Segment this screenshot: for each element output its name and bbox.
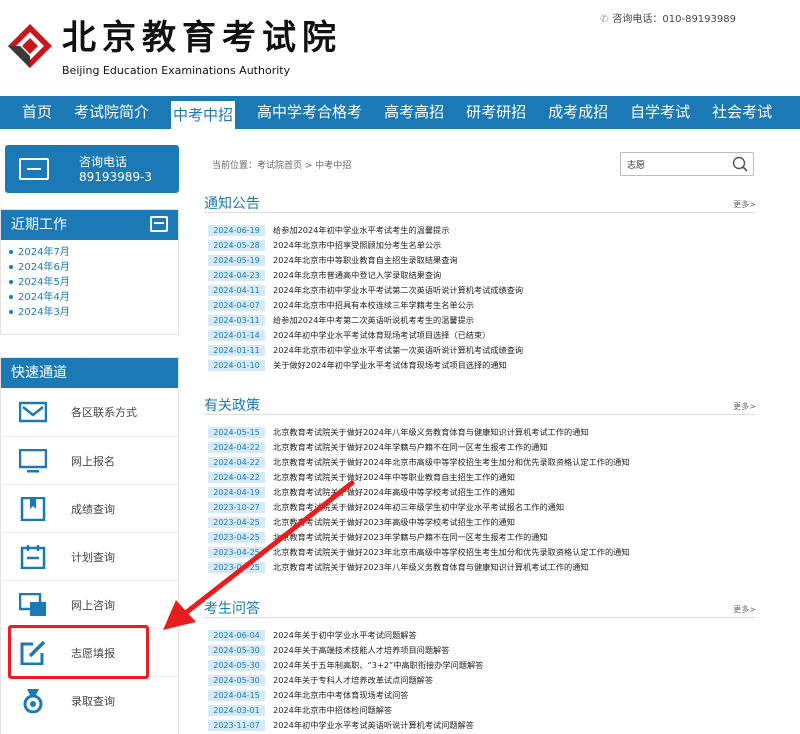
nav-item-shehui[interactable]: 社会考试 bbox=[712, 96, 772, 129]
policies-section-header: 有关政策 更多> bbox=[204, 395, 756, 415]
list-item[interactable]: 2024-04-19 北京教育考试院关于做好2024年高级中等学校考试招生工作的通… bbox=[208, 486, 758, 498]
site-header: 北京教育考试院 Beijing Education Examinations A… bbox=[0, 0, 800, 96]
list-item[interactable]: 2024-05-30 2024年关于高端技术技能人才培养项目问题解答 bbox=[208, 644, 758, 656]
quick-item-label: 各区联系方式 bbox=[71, 406, 137, 419]
recent-work-title: 近期工作 bbox=[11, 217, 67, 233]
list-item[interactable]: 2024-03-11 给参加2024年中考第二次英语听说机考考生的温馨提示 bbox=[208, 314, 758, 326]
top-hotline: ✆ 咨询电话：010-89193989 bbox=[600, 10, 736, 25]
quick-item-label: 录取查询 bbox=[71, 695, 115, 708]
qa-section-header: 考生问答 更多> bbox=[204, 598, 756, 618]
notices-more-link[interactable]: 更多> bbox=[733, 199, 756, 210]
medal-icon bbox=[23, 689, 43, 713]
nav-item-yankao[interactable]: 研考研招 bbox=[466, 96, 526, 129]
recent-work-list: 2024年7月 2024年6月 2024年5月 2024年4月 2024年3月 bbox=[1, 240, 178, 320]
quick-channel-header: 快速通道 bbox=[1, 358, 178, 388]
logo-icon[interactable] bbox=[6, 22, 54, 70]
calendar-icon bbox=[20, 545, 46, 569]
notices-section-header: 通知公告 更多> bbox=[204, 193, 756, 213]
search-input[interactable] bbox=[621, 153, 721, 175]
notices-title: 通知公告 bbox=[204, 196, 260, 212]
search-icon[interactable] bbox=[732, 156, 748, 172]
hotline-label: 咨询电话 bbox=[79, 155, 128, 169]
qa-title: 考生问答 bbox=[204, 601, 260, 617]
quick-item-label: 计划查询 bbox=[71, 551, 115, 564]
list-item[interactable]: 2023-04-25 北京教育考试院关于做好2023年八年级义务教育体育与健康知识… bbox=[208, 561, 758, 573]
list-item[interactable]: 2023-11-07 2024年初中学业水平考试英语听说计算机考试问题解答 bbox=[208, 719, 758, 731]
nav-item-zixue[interactable]: 自学考试 bbox=[630, 96, 690, 129]
main-nav: 首页 考试院简介 中考中招 高中学考合格考 高考高招 研考研招 成考成招 自学考… bbox=[0, 96, 800, 129]
list-item[interactable]: 2024-04-15 2024年北京市中考体育现场考试问答 bbox=[208, 689, 758, 701]
breadcrumb: 当前位置：考试院首页 > 中考中招 bbox=[212, 161, 352, 171]
list-item[interactable]: 2024-05-30 2024年关于五年制高职、“3+2”中高职衔接办学问题解答 bbox=[208, 659, 758, 671]
list-item[interactable]: 2024-04-07 2024年北京市中招具有本校连续三年学籍考生名单公示 bbox=[208, 299, 758, 311]
nav-item-about[interactable]: 考试院简介 bbox=[74, 96, 149, 129]
list-item[interactable]: 2024-04-11 2024年北京市初中学业水平考试第二次英语听说计算机考试成绩… bbox=[208, 284, 758, 296]
logo-chinese-title[interactable]: 北京教育考试院 bbox=[62, 18, 342, 58]
chat-icon bbox=[19, 593, 46, 616]
qa-list: 2024-06-04 2024年关于初中学业水平考试问题解答 2024-05-30… bbox=[208, 629, 758, 734]
sidebar-hotline-card: 咨询电话 89193989-3 bbox=[5, 145, 179, 193]
quick-item-admission-query[interactable]: 录取查询 bbox=[1, 676, 178, 724]
policies-title: 有关政策 bbox=[204, 398, 260, 414]
list-item[interactable]: 2023-04-25 北京教育考试院关于做好2023年学籍与户籍不在同一区考生报考… bbox=[208, 531, 758, 543]
phone-card-icon bbox=[19, 158, 49, 180]
recent-item[interactable]: 2024年4月 bbox=[9, 290, 178, 305]
quick-item-label: 成绩查询 bbox=[71, 503, 115, 516]
list-item[interactable]: 2024-01-10 关于做好2024年初中学业水平考试体育现场考试项目选择的通知 bbox=[208, 359, 758, 371]
annotation-highlight-box bbox=[8, 625, 149, 679]
list-item[interactable]: 2024-05-30 2024年关于专科人才培养改革试点问题解答 bbox=[208, 674, 758, 686]
list-item[interactable]: 2023-04-25 北京教育考试院关于做好2023年高级中等学校考试招生工作的通… bbox=[208, 516, 758, 528]
quick-item-district-contact[interactable]: 各区联系方式 bbox=[1, 388, 178, 436]
quick-item-plan-query[interactable]: 计划查询 bbox=[1, 532, 178, 580]
list-item[interactable]: 2024-04-23 2024年北京市普通高中登记入学录取结果查询 bbox=[208, 269, 758, 281]
quick-item-online-registration[interactable]: 网上报名 bbox=[1, 436, 178, 484]
calendar-icon bbox=[150, 216, 168, 232]
list-item[interactable]: 2024-01-11 2024年北京市初中学业水平考试第一次英语听说计算机考试成绩… bbox=[208, 344, 758, 356]
list-item[interactable]: 2023-04-25 北京教育考试院关于做好2023年北京市高级中等学校招生考生加… bbox=[208, 546, 758, 558]
list-item[interactable]: 2024-03-01 2024年北京市中招体检问题解答 bbox=[208, 704, 758, 716]
recent-item[interactable]: 2024年3月 bbox=[9, 305, 178, 320]
list-item[interactable]: 2024-04-22 北京教育考试院关于做好2024年中等职业教育自主招生工作的通… bbox=[208, 471, 758, 483]
top-hotline-text: 咨询电话：010-89193989 bbox=[612, 14, 736, 25]
nav-item-zhongkao[interactable]: 中考中招 bbox=[171, 101, 236, 129]
list-item[interactable]: 2024-04-22 北京教育考试院关于做好2024年学籍与户籍不在同一区考生报考… bbox=[208, 441, 758, 453]
nav-item-gaokao[interactable]: 高考高招 bbox=[384, 96, 444, 129]
hotline-number: 89193989-3 bbox=[79, 170, 153, 184]
monitor-icon bbox=[19, 449, 47, 473]
nav-item-home[interactable]: 首页 bbox=[22, 96, 52, 129]
bookmark-icon bbox=[20, 497, 46, 521]
notices-list: 2024-06-19 给参加2024年初中学业水平考试考生的温馨提示 2024-0… bbox=[208, 224, 758, 374]
recent-item[interactable]: 2024年5月 bbox=[9, 275, 178, 290]
policies-list: 2024-05-15 北京教育考试院关于做好2024年八年级义务教育体育与健康知识… bbox=[208, 426, 758, 576]
quick-item-online-consult[interactable]: 网上咨询 bbox=[1, 580, 178, 628]
list-item[interactable]: 2024-05-28 2024年北京市中招享受照顾加分考生名单公示 bbox=[208, 239, 758, 251]
nav-item-xuekao[interactable]: 高中学考合格考 bbox=[257, 96, 362, 129]
quick-item-label: 网上咨询 bbox=[71, 599, 115, 612]
quick-channel-title: 快速通道 bbox=[11, 365, 67, 381]
recent-work-panel: 近期工作 2024年7月 2024年6月 2024年5月 2024年4月 202… bbox=[0, 209, 179, 335]
list-item[interactable]: 2024-06-04 2024年关于初中学业水平考试问题解答 bbox=[208, 629, 758, 641]
list-item[interactable]: 2024-06-19 给参加2024年初中学业水平考试考生的温馨提示 bbox=[208, 224, 758, 236]
qa-more-link[interactable]: 更多> bbox=[733, 604, 756, 615]
quick-item-label: 网上报名 bbox=[71, 455, 115, 468]
list-item[interactable]: 2024-05-19 2024年北京市中等职业教育自主招生录取结果查询 bbox=[208, 254, 758, 266]
logo-english-title: Beijing Education Examinations Authority bbox=[62, 64, 291, 77]
nav-item-chengkao[interactable]: 成考成招 bbox=[548, 96, 608, 129]
recent-item[interactable]: 2024年7月 bbox=[9, 245, 178, 260]
recent-item[interactable]: 2024年6月 bbox=[9, 260, 178, 275]
list-item[interactable]: 2023-10-27 北京教育考试院关于做好2024年初三年级学生初中学业水平考试… bbox=[208, 501, 758, 513]
quick-item-score-query[interactable]: 成绩查询 bbox=[1, 484, 178, 532]
mail-icon bbox=[19, 401, 47, 423]
policies-more-link[interactable]: 更多> bbox=[733, 401, 756, 412]
search-box bbox=[620, 152, 754, 176]
list-item[interactable]: 2024-04-22 北京教育考试院关于做好2024年北京市高级中等学校招生考生加… bbox=[208, 456, 758, 468]
phone-icon: ✆ bbox=[600, 14, 609, 25]
list-item[interactable]: 2024-01-14 2024年初中学业水平考试体育现场考试项目选择（已结束） bbox=[208, 329, 758, 341]
list-item[interactable]: 2024-05-15 北京教育考试院关于做好2024年八年级义务教育体育与健康知识… bbox=[208, 426, 758, 438]
recent-work-header: 近期工作 bbox=[1, 210, 178, 240]
